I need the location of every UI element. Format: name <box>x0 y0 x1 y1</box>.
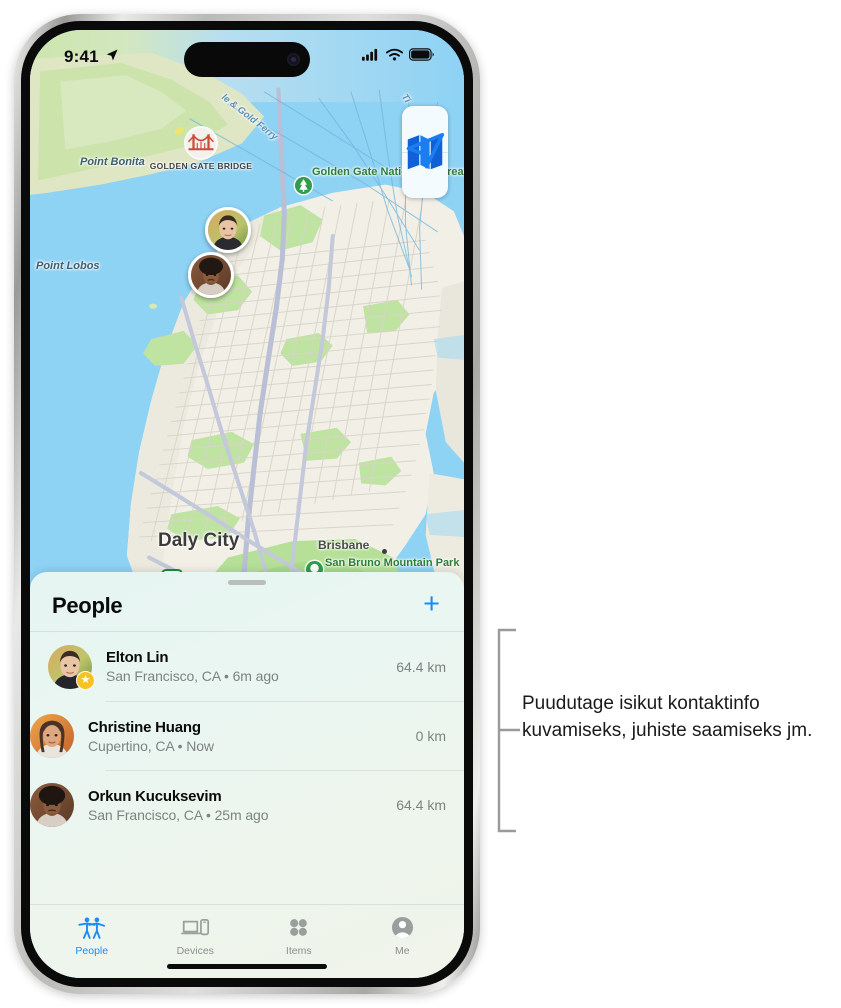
tab-label: Me <box>394 945 410 957</box>
locate-me-button[interactable] <box>402 132 448 198</box>
phone-screen: Point Bonita Point Lobos le & Gold Ferry… <box>30 30 464 978</box>
star-badge: ★ <box>76 670 95 690</box>
person-subtitle: San Francisco, CA • 6m ago <box>106 668 279 684</box>
cellular-bars-icon <box>362 48 380 66</box>
avatar <box>30 783 74 827</box>
tab-label: People <box>75 945 109 957</box>
avatar <box>30 714 74 758</box>
status-bar-right <box>362 48 434 66</box>
location-arrow-icon <box>105 48 119 67</box>
person-distance: 64.4 km <box>396 797 446 813</box>
status-bar-left: 9:41 <box>64 47 119 67</box>
tab-people[interactable]: People <box>40 914 144 957</box>
avatar-wrap <box>30 783 74 827</box>
phone-bezel: Point Bonita Point Lobos le & Gold Ferry… <box>21 21 473 987</box>
golden-gate-bridge-icon <box>186 128 216 158</box>
tab-items[interactable]: Items <box>247 914 351 957</box>
person-name: Christine Huang <box>88 718 201 736</box>
list-item-text: Christine Huang Cupertino, CA • Now <box>74 719 406 754</box>
avatar-wrap <box>30 714 74 758</box>
person-circle-icon <box>391 914 414 941</box>
person-distance: 64.4 km <box>396 658 446 675</box>
devices-icon <box>180 914 210 941</box>
status-time: 9:41 <box>64 47 99 66</box>
screenshot-root: Point Bonita Point Lobos le & Gold Ferry… <box>0 0 841 1008</box>
tab-label: Items <box>285 945 312 957</box>
wifi-icon <box>385 48 404 66</box>
list-item-text: Elton Lin San Francisco, CA • 6m ago <box>92 649 386 684</box>
tab-me[interactable]: Me <box>351 914 455 957</box>
person-subtitle: Cupertino, CA • Now <box>88 737 214 754</box>
tab-label: Devices <box>176 945 214 957</box>
list-item[interactable]: ★ Elton Lin San Francisco, CA • 6m ago 6… <box>30 632 464 701</box>
map-pin-orkun[interactable] <box>188 252 234 298</box>
people-sheet: People + ★ Elton Lin San Francisco, CA •… <box>30 572 464 978</box>
front-camera-icon <box>287 53 300 66</box>
map-pin-elton[interactable] <box>205 207 251 253</box>
home-indicator[interactable] <box>167 964 327 969</box>
items-icon <box>287 914 310 941</box>
page-title: People <box>52 593 123 618</box>
person-distance: 0 km <box>415 728 446 744</box>
map-controls <box>402 106 448 198</box>
brisbane-dot <box>382 549 387 554</box>
people-icon <box>78 914 106 941</box>
people-list: ★ Elton Lin San Francisco, CA • 6m ago 6… <box>30 631 464 839</box>
tab-devices[interactable]: Devices <box>144 914 248 957</box>
list-item[interactable]: Orkun Kucuksevim San Francisco, CA • 25m… <box>30 770 464 839</box>
list-item-text: Orkun Kucuksevim San Francisco, CA • 25m… <box>74 788 386 823</box>
list-item[interactable]: Christine Huang Cupertino, CA • Now 0 km <box>30 701 464 770</box>
person-subtitle: San Francisco, CA • 25m ago <box>88 806 269 823</box>
park-marker-ggnra <box>295 177 312 194</box>
sheet-header: People + <box>30 585 464 631</box>
dynamic-island <box>184 42 310 77</box>
add-person-button[interactable]: + <box>421 590 442 619</box>
battery-icon <box>409 48 434 66</box>
avatar-wrap: ★ <box>48 644 95 690</box>
person-name: Orkun Kucuksevim <box>88 787 222 805</box>
person-name: Elton Lin <box>106 649 169 666</box>
callout-text: Puudutage isikut kontaktinfo kuvamiseks,… <box>522 693 813 741</box>
phone-frame: Point Bonita Point Lobos le & Gold Ferry… <box>14 14 480 994</box>
